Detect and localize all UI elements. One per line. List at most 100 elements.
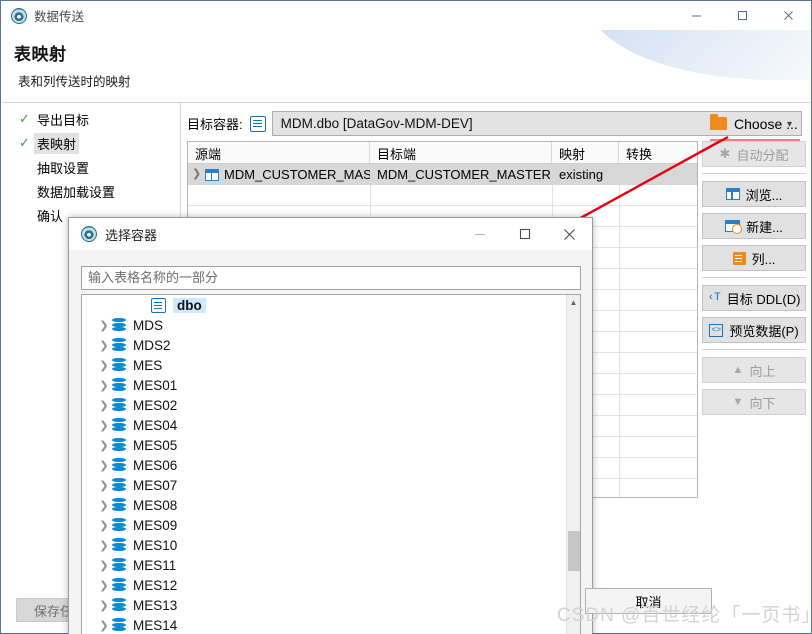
tree-item-label: MES11 [133, 557, 177, 573]
chevron-right-icon[interactable]: ❯ [96, 459, 112, 472]
columns-button[interactable]: 列... [702, 245, 806, 271]
cell-source: ❯ MDM_CUSTOMER_MAS [188, 164, 370, 185]
close-icon[interactable] [765, 1, 811, 30]
tree-item[interactable]: ❯ MDS [82, 315, 566, 335]
tree-item-label: MES07 [133, 477, 178, 493]
dialog-body: 输入表格名称的一部分 dbo ❯ MDS ❯ MDS2 ❯ MES ❯ MES01 ❯ MES02 ❯… [69, 250, 592, 634]
scrollbar-thumb[interactable] [568, 531, 580, 571]
tree-item-label: MDS2 [133, 337, 171, 353]
tree-item[interactable]: ❯ MES05 [82, 435, 566, 455]
chevron-right-icon[interactable]: ❯ [96, 419, 112, 432]
tree-item-label: MES02 [133, 397, 178, 413]
chevron-right-icon[interactable]: ❯ [96, 439, 112, 452]
cell-transform [619, 164, 697, 185]
chevron-right-icon[interactable]: ❯ [96, 479, 112, 492]
target-ddl-button[interactable]: ‹T 目标 DDL(D) [702, 285, 806, 311]
cell-mapping: existing [559, 167, 604, 182]
tree-item[interactable]: ❯ MES14 [82, 615, 566, 634]
app-globe-icon [81, 226, 97, 242]
tree-item[interactable]: ❯ MES09 [82, 515, 566, 535]
tree-item-label: dbo [173, 297, 206, 313]
tree-item-label: MES14 [133, 617, 178, 633]
browse-button[interactable]: 浏览... [702, 181, 806, 207]
chevron-right-icon[interactable]: ❯ [96, 339, 112, 352]
step-extract-settings[interactable]: 抽取设置 [2, 155, 180, 179]
chevron-right-icon[interactable]: ❯ [96, 499, 112, 512]
tree-item[interactable]: ❯ MES04 [82, 415, 566, 435]
table-row[interactable]: ❯ MDM_CUSTOMER_MAS MDM_CUSTOMER_MASTER e… [188, 164, 697, 185]
dialog-window-controls [457, 218, 592, 250]
tree-item[interactable]: ❯ MES06 [82, 455, 566, 475]
step-table-mapping[interactable]: ✓ 表映射 [2, 131, 180, 155]
cell-source-text: MDM_CUSTOMER_MAS [224, 167, 370, 182]
auto-assign-button[interactable]: ✱ 自动分配 [702, 141, 806, 167]
dialog-titlebar: 选择容器 [69, 218, 592, 250]
new-button[interactable]: 新建... [702, 213, 806, 239]
database-icon [112, 458, 126, 472]
tree-item[interactable]: ❯ MES01 [82, 375, 566, 395]
tree-vertical-scrollbar[interactable]: ▲ [566, 295, 580, 634]
tree-item[interactable]: ❯ MES [82, 355, 566, 375]
column-header-mapping[interactable]: 映射 [552, 142, 619, 163]
step-label: 确认 [37, 208, 64, 224]
step-label: 表映射 [34, 132, 80, 154]
chevron-right-icon[interactable]: ❯ [96, 399, 112, 412]
tree-item[interactable]: ❯ MES10 [82, 535, 566, 555]
tree-item-label: MES01 [133, 377, 178, 393]
step-export-target[interactable]: ✓ 导出目标 [2, 107, 180, 131]
step-load-settings[interactable]: 数据加载设置 [2, 179, 180, 203]
chevron-right-icon[interactable]: ❯ [192, 164, 205, 185]
tree-item[interactable]: ❯ MES12 [82, 575, 566, 595]
chevron-right-icon[interactable]: ❯ [96, 519, 112, 532]
app-globe-icon [11, 7, 27, 24]
chevron-right-icon[interactable]: ❯ [96, 559, 112, 572]
schema-icon [151, 297, 166, 313]
chevron-right-icon[interactable]: ❯ [96, 379, 112, 392]
chevron-right-icon[interactable]: ❯ [96, 619, 112, 632]
button-label: 向下 [749, 395, 776, 411]
tree-item[interactable]: ❯ MDS2 [82, 335, 566, 355]
chevron-right-icon[interactable]: ❯ [96, 579, 112, 592]
tree-item-label: MDS [133, 317, 163, 333]
select-container-dialog: 选择容器 输入表格名称的一部分 dbo ❯ MDS ❯ MDS2 ❯ MES ❯ MES01 ❯ M… [68, 217, 593, 634]
column-header-source[interactable]: 源端 [188, 142, 370, 163]
database-icon [112, 598, 126, 612]
maximize-icon[interactable] [502, 218, 547, 250]
minimize-icon[interactable] [673, 1, 719, 30]
minimize-icon[interactable] [457, 218, 502, 250]
window-title: 数据传送 [34, 10, 85, 24]
divider [702, 173, 806, 174]
table-filter-input[interactable]: 输入表格名称的一部分 [81, 266, 581, 290]
page-subtitle: 表和列传送时的映射 [18, 75, 131, 89]
chevron-right-icon[interactable]: ❯ [96, 359, 112, 372]
choose-button[interactable]: Choose ... [710, 111, 804, 136]
database-icon [112, 378, 126, 392]
tree-item-label: MES08 [133, 497, 178, 513]
maximize-icon[interactable] [719, 1, 765, 30]
tree-item[interactable]: ❯ MES13 [82, 595, 566, 615]
button-label: 向上 [749, 363, 776, 379]
tree-item[interactable]: ❯ MES07 [82, 475, 566, 495]
column-header-transform[interactable]: 转换 [619, 142, 697, 163]
chevron-right-icon[interactable]: ❯ [96, 599, 112, 612]
move-up-button[interactable]: ▲ 向上 [702, 357, 806, 383]
chevron-right-icon[interactable]: ❯ [96, 539, 112, 552]
container-sheet-icon [249, 115, 266, 132]
scroll-up-arrow-icon[interactable]: ▲ [567, 295, 580, 310]
chevron-right-icon[interactable]: ❯ [96, 319, 112, 332]
database-icon [112, 338, 126, 352]
header-decoration [584, 30, 810, 102]
move-down-button[interactable]: ▼ 向下 [702, 389, 806, 415]
tree-item-label: MES10 [133, 537, 178, 553]
container-tree[interactable]: dbo ❯ MDS ❯ MDS2 ❯ MES ❯ MES01 ❯ MES02 ❯ MES04 ❯ MES05… [81, 294, 581, 634]
cancel-button[interactable]: 取消 [585, 588, 712, 614]
tree-item[interactable]: ❯ MES02 [82, 395, 566, 415]
tree-item[interactable]: dbo [82, 295, 566, 315]
tree-item[interactable]: ❯ MES11 [82, 555, 566, 575]
tree-item[interactable]: ❯ MES08 [82, 495, 566, 515]
window-titlebar: 数据传送 [1, 1, 811, 30]
close-icon[interactable] [547, 218, 592, 250]
preview-data-button[interactable]: <> 预览数据(P) [702, 317, 806, 343]
column-header-target[interactable]: 目标端 [370, 142, 552, 163]
tree-item-label: MES09 [133, 517, 178, 533]
